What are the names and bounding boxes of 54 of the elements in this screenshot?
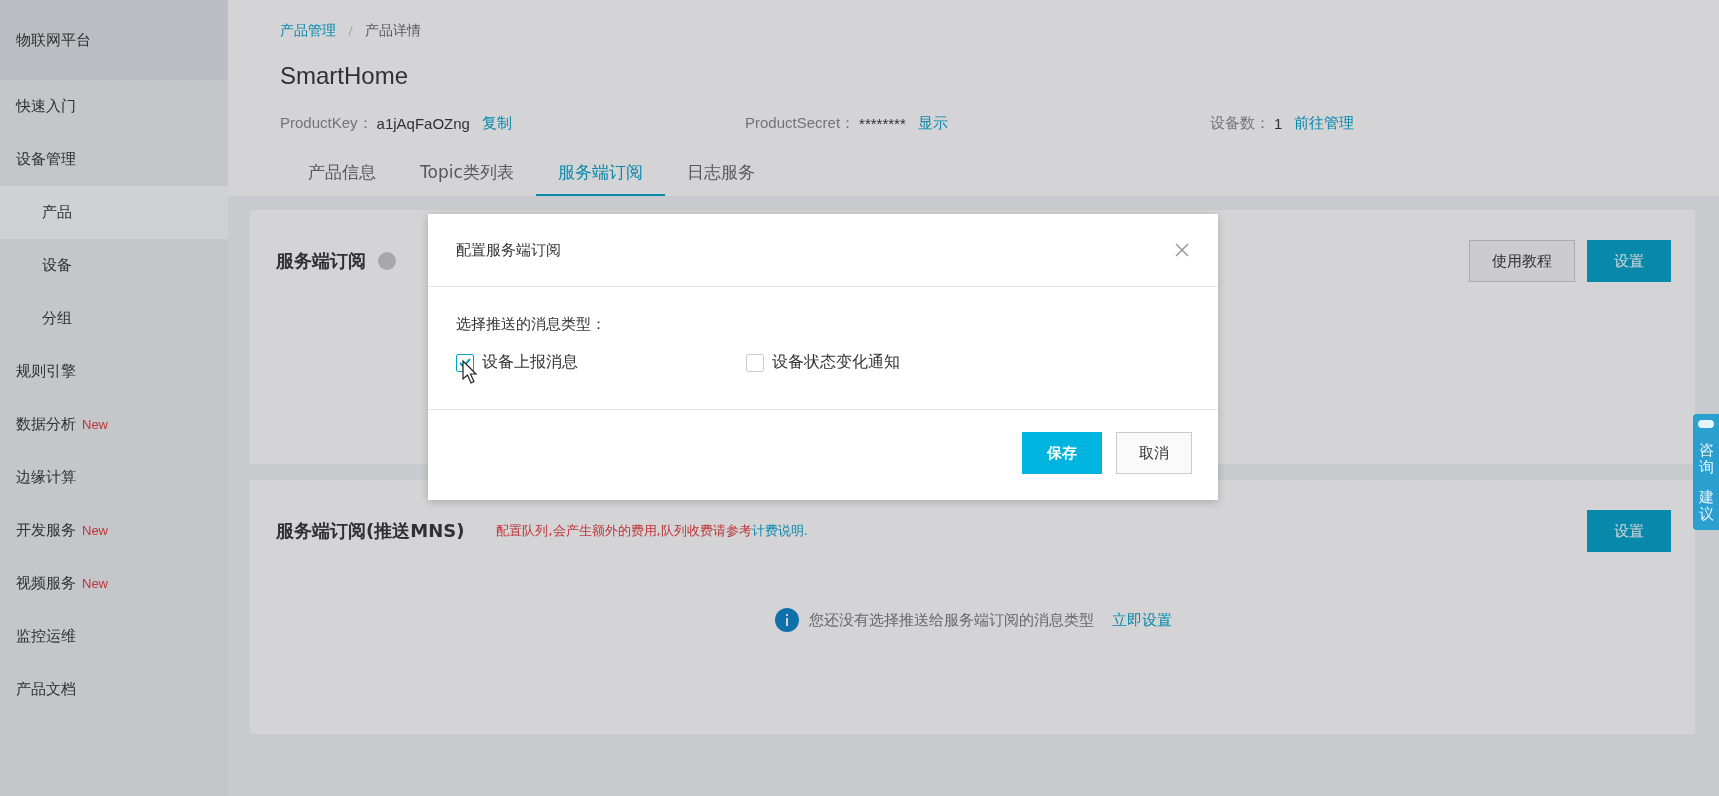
sidebar-item[interactable]: 数据分析 New (0, 398, 228, 451)
product-name: SmartHome (280, 62, 410, 91)
chat-icon[interactable] (1698, 420, 1714, 428)
sidebar-item[interactable]: 边缘计算 (0, 451, 228, 504)
dialog-title: 配置服务端订阅 (456, 240, 561, 260)
action-link[interactable]: 前往管理 (1294, 114, 1355, 133)
sidebar-item[interactable]: 产品 (0, 186, 228, 239)
field-value: ******** (859, 115, 906, 132)
field-label: ProductKey： (280, 114, 373, 133)
cursor-icon (462, 360, 478, 384)
breadcrumb-current: 产品详情 (365, 22, 421, 40)
tab[interactable]: 日志服务 (664, 145, 777, 196)
field-value: 1 (1274, 115, 1283, 132)
help-icon[interactable] (378, 252, 396, 270)
setup-link[interactable]: 立即设置 (1112, 610, 1172, 630)
notice-text: 配置队列,会产生额外的费用,队列收费请参考计费说明. (496, 522, 808, 540)
action-link[interactable]: 显示 (917, 114, 948, 133)
section-title: 服务端订阅(推送MNS) (276, 519, 465, 543)
pricing-link[interactable]: 计费说明. (751, 523, 808, 538)
sidebar-item[interactable]: 规则引擎 (0, 345, 228, 398)
cancel-button[interactable]: 取消 (1116, 432, 1192, 474)
option-label: 设备状态变化通知 (772, 352, 900, 373)
new-label: New (82, 523, 108, 538)
sidebar-item[interactable]: 快速入门 (0, 80, 228, 133)
settings-button[interactable]: 设置 (1587, 510, 1671, 552)
close-icon[interactable] (1174, 242, 1190, 258)
checkbox[interactable] (746, 353, 764, 372)
platform-title: 物联网平台 (0, 0, 228, 80)
field-label: 设备数： (1210, 114, 1270, 133)
option-label: 设备上报消息 (482, 352, 578, 373)
new-label: New (82, 417, 108, 432)
info-icon (775, 608, 799, 632)
action-link[interactable]: 复制 (481, 114, 512, 133)
new-label: New (82, 576, 108, 591)
sidebar-item[interactable]: 产品文档 (0, 663, 228, 716)
feedback-tab[interactable]: 建议 (1698, 489, 1714, 522)
prompt-text: 选择推送的消息类型： (456, 315, 607, 334)
sidebar-item[interactable]: 分组 (0, 292, 228, 345)
sidebar-item[interactable]: 开发服务 New (0, 504, 228, 557)
sidebar-item[interactable]: 视频服务 New (0, 557, 228, 610)
breadcrumb-link[interactable]: 产品管理 (280, 22, 336, 40)
sidebar-item[interactable]: 监控运维 (0, 610, 228, 663)
field-label: ProductSecret： (745, 114, 856, 133)
field-value: a1jAqFaOZng (376, 115, 470, 132)
empty-message: 您还没有选择推送给服务端订阅的消息类型 (809, 610, 1094, 630)
tab[interactable]: 产品信息 (286, 145, 398, 196)
tab[interactable]: Topic类列表 (398, 145, 536, 196)
sidebar-item[interactable]: 设备管理 (0, 133, 228, 186)
section-title: 服务端订阅 (276, 249, 366, 273)
feedback-tab[interactable]: 咨询 (1698, 442, 1714, 475)
tutorial-button[interactable]: 使用教程 (1469, 240, 1575, 282)
sidebar-item[interactable]: 设备 (0, 239, 228, 292)
settings-button[interactable]: 设置 (1587, 240, 1671, 282)
tab[interactable]: 服务端订阅 (535, 145, 665, 196)
